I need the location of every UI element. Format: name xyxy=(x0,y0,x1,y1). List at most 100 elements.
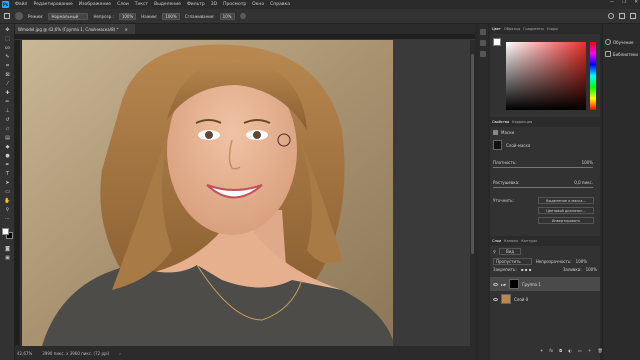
frame-tool-icon[interactable]: ⊠ xyxy=(3,71,12,78)
link-icon[interactable]: ⚭ xyxy=(540,348,543,354)
invert-button[interactable]: Инвертировать xyxy=(538,217,594,224)
crop-tool-icon[interactable]: ⌗ xyxy=(3,62,12,69)
minimize-button[interactable]: — xyxy=(610,0,615,5)
layer-opacity-value[interactable]: 100% xyxy=(576,259,587,264)
document-tab[interactable]: Wmodel.jpg @ 42,6% (Группа 1, Слой-маска… xyxy=(15,24,135,34)
settings-gear-icon[interactable] xyxy=(239,13,246,19)
layer-row[interactable]: Слой 0 xyxy=(490,292,600,306)
menu-type[interactable]: Текст xyxy=(135,2,148,7)
share-icon[interactable] xyxy=(630,13,636,19)
dodge-tool-icon[interactable]: ● xyxy=(3,152,12,159)
tab-properties[interactable]: Свойства xyxy=(492,120,509,124)
portrait-image[interactable] xyxy=(22,40,393,346)
density-slider[interactable] xyxy=(493,167,593,168)
add-mask-icon[interactable]: ◘ xyxy=(559,348,562,354)
menu-window[interactable]: Окно xyxy=(252,2,264,7)
visibility-eye-icon[interactable] xyxy=(493,282,498,286)
libraries-panel-button[interactable]: Библиотеки xyxy=(603,48,640,60)
path-select-tool-icon[interactable]: ➤ xyxy=(3,179,12,186)
document-tab-close-icon[interactable]: ✕ xyxy=(124,27,127,32)
screen-mode-icon[interactable]: ▣ xyxy=(3,254,12,261)
eraser-tool-icon[interactable]: ▱ xyxy=(3,125,12,132)
shape-tool-icon[interactable]: ▭ xyxy=(3,188,12,195)
adjustment-icon[interactable]: ◐ xyxy=(568,348,572,354)
quick-mask-icon[interactable]: ◙ xyxy=(3,245,12,252)
color-fg-swatch[interactable] xyxy=(493,38,501,46)
menu-edit[interactable]: Редактирование xyxy=(33,2,72,7)
feather-slider[interactable] xyxy=(493,187,593,188)
move-tool-icon[interactable]: ✥ xyxy=(3,26,12,33)
history-brush-tool-icon[interactable]: ↺ xyxy=(3,116,12,123)
color-swatches[interactable] xyxy=(2,228,13,239)
menu-filter[interactable]: Фильтр xyxy=(187,2,205,7)
select-and-mask-button[interactable]: Выделение и маска... xyxy=(538,197,594,204)
zoom-tool-icon[interactable]: ⚲ xyxy=(3,206,12,213)
search-icon[interactable]: ⚲ xyxy=(493,249,496,254)
workspace-icon[interactable] xyxy=(619,13,625,19)
tab-swatches[interactable]: Образцы xyxy=(504,27,520,31)
new-layer-icon[interactable]: ＋ xyxy=(588,348,592,354)
layer-kind-select[interactable]: Вид xyxy=(498,248,522,255)
menu-3d[interactable]: 3D xyxy=(211,2,217,7)
tab-paths[interactable]: Контуры xyxy=(521,239,537,243)
mask-thumbnail[interactable] xyxy=(493,140,502,150)
learn-panel-button[interactable]: Обучение xyxy=(603,36,640,48)
actions-panel-icon[interactable] xyxy=(480,40,486,46)
lock-icon[interactable]: ▪ ▪ ▪ xyxy=(521,267,532,272)
layer-name[interactable]: Группа 1 xyxy=(522,282,541,287)
blur-tool-icon[interactable]: ◆ xyxy=(3,143,12,150)
flow-input[interactable]: 100% xyxy=(162,12,180,20)
scrollbar-thumb[interactable] xyxy=(471,54,474,254)
color-range-button[interactable]: Цветовой диапазон... xyxy=(538,207,594,214)
marquee-tool-icon[interactable]: ⬚ xyxy=(3,35,12,42)
pen-tool-icon[interactable]: ✒ xyxy=(3,161,12,168)
feather-value[interactable]: 0,0 пикс. xyxy=(574,180,593,185)
layer-thumbnail[interactable] xyxy=(501,294,511,304)
tab-channels[interactable]: Каналы xyxy=(504,239,518,243)
tab-color[interactable]: Цвет xyxy=(492,27,501,31)
more-tools-icon[interactable]: ⋯ xyxy=(3,215,12,222)
density-value[interactable]: 100% xyxy=(582,160,593,165)
quick-select-tool-icon[interactable]: ✎ xyxy=(3,53,12,60)
tab-adjustments[interactable]: Коррекция xyxy=(512,120,532,124)
menu-image[interactable]: Изображение xyxy=(79,2,111,7)
photoshop-logo[interactable]: Ps xyxy=(2,1,9,8)
brush-preset-icon[interactable] xyxy=(15,12,23,20)
visibility-eye-icon[interactable] xyxy=(493,297,498,301)
menu-file[interactable]: Файл xyxy=(15,2,27,7)
search-icon[interactable] xyxy=(608,13,614,19)
brush-tool-icon[interactable]: ✏ xyxy=(3,98,12,105)
color-picker-field[interactable] xyxy=(506,42,586,110)
history-panel-icon[interactable] xyxy=(480,29,486,35)
layer-name[interactable]: Слой 0 xyxy=(514,297,528,302)
healing-tool-icon[interactable]: ✚ xyxy=(3,89,12,96)
tab-patterns[interactable]: Узоры xyxy=(547,27,558,31)
hand-tool-icon[interactable]: ✋ xyxy=(3,197,12,204)
foreground-color-swatch[interactable] xyxy=(2,228,9,235)
hue-slider[interactable] xyxy=(590,42,596,110)
menu-select[interactable]: Выделение xyxy=(154,2,181,7)
close-button[interactable]: ✕ xyxy=(634,0,638,5)
info-panel-icon[interactable] xyxy=(480,51,486,57)
tab-layers[interactable]: Слои xyxy=(492,239,501,243)
type-tool-icon[interactable]: T xyxy=(3,170,12,177)
maximize-button[interactable]: ❐ xyxy=(622,0,626,5)
home-icon[interactable] xyxy=(4,13,10,19)
vertical-scrollbar[interactable] xyxy=(470,40,475,346)
status-arrow-icon[interactable]: › xyxy=(119,351,121,356)
fx-icon[interactable]: fx xyxy=(549,348,553,354)
tab-gradients[interactable]: Градиенты xyxy=(523,27,543,31)
menu-layers[interactable]: Слои xyxy=(117,2,129,7)
eyedropper-tool-icon[interactable]: ⁄ xyxy=(3,80,12,87)
layer-row[interactable]: ▸▰ Группа 1 xyxy=(490,277,600,291)
gradient-tool-icon[interactable]: ▤ xyxy=(3,134,12,141)
opacity-input[interactable]: 100% xyxy=(118,12,137,20)
menu-help[interactable]: Справка xyxy=(270,2,290,7)
fill-value[interactable]: 100% xyxy=(586,267,597,272)
lasso-tool-icon[interactable]: ᔕ xyxy=(3,44,12,51)
blend-mode-select[interactable]: Пропустить xyxy=(493,258,532,265)
mode-select[interactable]: Нормальный xyxy=(48,12,89,20)
stamp-tool-icon[interactable]: ⊥ xyxy=(3,107,12,114)
new-group-icon[interactable]: ▭ xyxy=(578,348,582,354)
menu-view[interactable]: Просмотр xyxy=(223,2,246,7)
